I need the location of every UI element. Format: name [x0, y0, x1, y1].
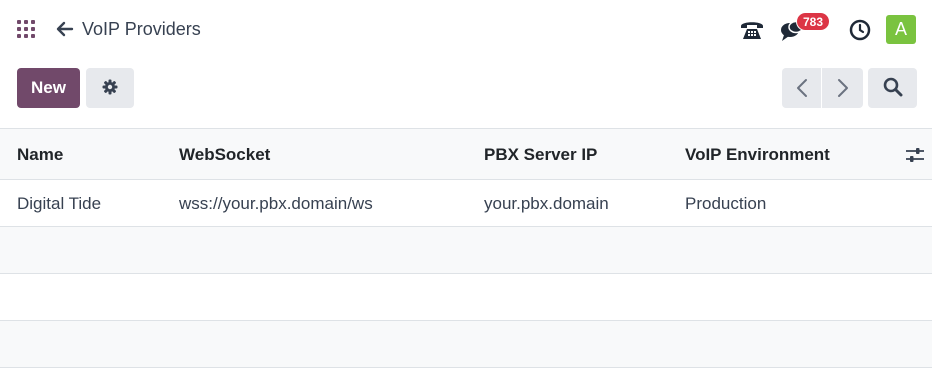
pager-next-button[interactable]	[823, 68, 863, 108]
column-header-voip-environment[interactable]: VoIP Environment	[685, 145, 830, 165]
cell-voip-environment: Production	[685, 194, 767, 213]
search-button[interactable]	[868, 68, 917, 108]
messages-badge: 783	[796, 12, 831, 31]
cell-pbx-server-ip: your.pbx.domain	[484, 194, 609, 213]
list-table: Name WebSocket PBX Server IP VoIP Enviro…	[0, 128, 932, 368]
actions-gear-button[interactable]	[86, 68, 134, 108]
gear-icon	[102, 79, 118, 98]
cell-name: Digital Tide	[17, 194, 102, 213]
chevron-right-icon	[838, 79, 848, 97]
column-header-pbx-server-ip[interactable]: PBX Server IP	[484, 145, 597, 165]
column-settings-icon[interactable]	[905, 145, 925, 165]
cell-websocket: wss://your.pbx.domain/ws	[179, 194, 373, 213]
chevron-left-icon	[797, 79, 807, 97]
table-row[interactable]: Digital Tide wss://your.pbx.domain/ws yo…	[0, 180, 932, 227]
pager-previous-button[interactable]	[782, 68, 822, 108]
table-header: Name WebSocket PBX Server IP VoIP Enviro…	[0, 128, 932, 180]
pager	[782, 68, 863, 108]
page-title: VoIP Providers	[82, 19, 201, 39]
empty-row	[0, 227, 932, 274]
back-arrow-icon[interactable]	[55, 18, 75, 40]
new-button[interactable]: New	[17, 68, 80, 108]
empty-row	[0, 274, 932, 321]
user-avatar[interactable]: A	[886, 15, 916, 44]
column-header-name[interactable]: Name	[17, 145, 63, 165]
empty-row	[0, 321, 932, 368]
phone-icon[interactable]	[739, 17, 765, 43]
top-navbar: VoIP Providers 783 A	[0, 0, 932, 58]
clock-icon[interactable]	[848, 18, 872, 42]
apps-grid-icon[interactable]	[17, 20, 35, 38]
search-icon	[883, 77, 902, 96]
column-header-websocket[interactable]: WebSocket	[179, 145, 270, 165]
